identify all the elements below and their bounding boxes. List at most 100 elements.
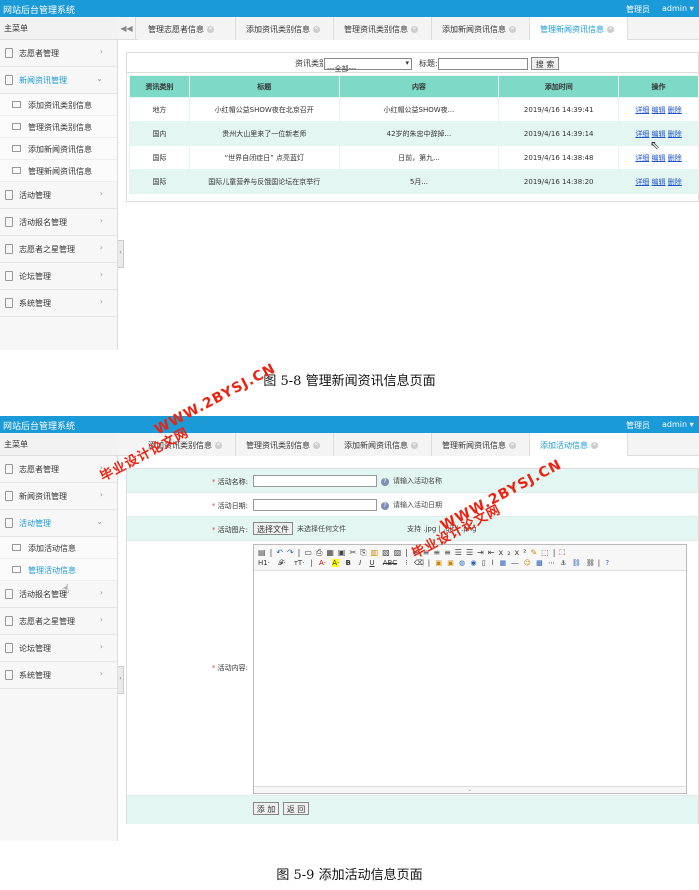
menu-news[interactable]: 新闻资讯管理 ⌄ <box>0 67 117 94</box>
anchor-icon[interactable]: ⚓ <box>560 559 566 567</box>
justify-icon[interactable]: ≡ <box>444 548 455 557</box>
preview-icon[interactable]: ▭ <box>304 548 316 557</box>
close-icon[interactable]: ✕ <box>215 442 222 449</box>
indent-icon[interactable]: ⇥ <box>477 548 488 557</box>
emoticon-icon[interactable]: ☺ <box>524 559 531 567</box>
help-icon[interactable]: ? <box>605 559 609 567</box>
strikethrough-button[interactable]: ABC <box>383 559 397 567</box>
user-menu[interactable]: admin ▾ <box>662 420 694 429</box>
tab-manage-news-category[interactable]: 管理资讯类别信息 ✕ <box>334 17 432 40</box>
category-select[interactable]: ---全部--- ▾ <box>324 58 412 73</box>
user-menu[interactable]: admin ▾ <box>662 4 694 13</box>
detail-link[interactable]: 详细 <box>635 106 649 114</box>
menu-star[interactable]: 志愿者之星管理 › <box>0 608 117 635</box>
detail-link[interactable]: 详细 <box>635 154 649 162</box>
delete-link[interactable]: 删除 <box>668 106 682 114</box>
submenu-add-news[interactable]: 添加新闻资讯信息 <box>0 138 117 160</box>
edit-link[interactable]: 编辑 <box>652 154 666 162</box>
rich-text-editor[interactable]: ▤|↶↷|▭⎙▦▣✂⎘▥▧▨|≡≡≡≡☰☰⇥⇤x₂x²✎⬚|⛶ H1· 𝓕· ᴛ… <box>253 544 687 794</box>
paste-word-icon[interactable]: ▨ <box>394 548 406 557</box>
detail-link[interactable]: 详细 <box>635 130 649 138</box>
font-family-button[interactable]: 𝓕· <box>278 559 285 567</box>
tab-add-news[interactable]: 添加新闻资讯信息 ✕ <box>334 433 432 456</box>
fullscreen-icon[interactable]: ⛶ <box>559 548 569 557</box>
undo-icon[interactable]: ↶ <box>276 548 287 557</box>
tab-manage-news[interactable]: 管理新闻资讯信息 ✕ <box>530 17 628 40</box>
title-input[interactable] <box>438 58 528 70</box>
image-icon[interactable]: ▣ <box>435 559 442 567</box>
code-icon[interactable]: ▣ <box>338 548 350 557</box>
delete-link[interactable]: 删除 <box>668 154 682 162</box>
submenu-manage-activity[interactable]: 管理活动信息 <box>0 559 117 581</box>
submenu-add-news-category[interactable]: 添加资讯类别信息 <box>0 94 117 116</box>
close-icon[interactable]: ✕ <box>509 442 516 449</box>
hr-icon[interactable]: ― <box>511 559 518 567</box>
submenu-manage-news[interactable]: 管理新闻资讯信息 <box>0 160 117 182</box>
redo-icon[interactable]: ↷ <box>287 548 298 557</box>
menu-activity[interactable]: 活动管理 › <box>0 182 117 209</box>
outdent-icon[interactable]: ⇤ <box>488 548 499 557</box>
menu-star[interactable]: 志愿者之星管理 › <box>0 236 117 263</box>
clear-format-icon[interactable]: ✎ <box>530 548 541 557</box>
file-icon[interactable]: ▯ <box>482 559 486 567</box>
menu-forum[interactable]: 论坛管理 › <box>0 635 117 662</box>
copy-icon[interactable]: ⎘ <box>360 548 370 557</box>
superscript-icon[interactable]: x² <box>514 548 530 557</box>
tab-manage-news[interactable]: 管理新闻资讯信息 ✕ <box>432 433 530 456</box>
ordered-list-icon[interactable]: ☰ <box>455 548 466 557</box>
map-icon[interactable]: ▩ <box>536 559 543 567</box>
font-size-button[interactable]: ᴛT· <box>294 559 305 567</box>
bold-button[interactable]: B <box>346 559 351 567</box>
paste-icon[interactable]: ▥ <box>371 548 383 557</box>
paste-text-icon[interactable]: ▧ <box>382 548 394 557</box>
close-icon[interactable]: ✕ <box>411 442 418 449</box>
menu-system[interactable]: 系统管理 › <box>0 290 117 317</box>
choose-file-button[interactable]: 选择文件 <box>253 522 293 535</box>
flash-icon[interactable]: ◍ <box>459 559 465 567</box>
print-icon[interactable]: ⎙ <box>316 548 326 557</box>
unordered-list-icon[interactable]: ☰ <box>466 548 477 557</box>
tab-scroll-left[interactable]: ◀◀ <box>118 17 136 40</box>
detail-link[interactable]: 详细 <box>635 178 649 186</box>
back-button[interactable]: 返 回 <box>283 802 309 815</box>
close-icon[interactable]: ✕ <box>313 26 320 33</box>
menu-activity[interactable]: 活动管理 ⌄ <box>0 510 117 537</box>
delete-link[interactable]: 删除 <box>668 130 682 138</box>
activity-date-input[interactable] <box>253 499 377 511</box>
tab-add-news[interactable]: 添加新闻资讯信息 ✕ <box>432 17 530 40</box>
source-icon[interactable]: ▤ <box>258 548 270 557</box>
close-icon[interactable]: ✕ <box>591 442 598 449</box>
activity-name-input[interactable] <box>253 475 377 487</box>
media-icon[interactable]: ◉ <box>470 559 476 567</box>
menu-system[interactable]: 系统管理 › <box>0 662 117 689</box>
menu-signup[interactable]: 活动报名管理 › <box>0 209 117 236</box>
close-icon[interactable]: ✕ <box>411 26 418 33</box>
menu-signup[interactable]: 活动报名管理 › <box>0 581 117 608</box>
underline-button[interactable]: U <box>369 559 374 567</box>
select-all-icon[interactable]: ⬚ <box>541 548 553 557</box>
menu-volunteer[interactable]: 志愿者管理 › <box>0 40 117 67</box>
multi-image-icon[interactable]: ▣ <box>447 559 454 567</box>
menu-forum[interactable]: 论坛管理 › <box>0 263 117 290</box>
sidebar-collapse-handle[interactable]: ‹ <box>118 240 124 268</box>
sidebar-collapse-handle[interactable]: ‹ <box>118 666 124 694</box>
template-icon[interactable]: ▦ <box>326 548 338 557</box>
submit-button[interactable]: 添 加 <box>253 802 279 815</box>
resize-handle[interactable]: ⌄ <box>254 786 686 793</box>
link-icon[interactable]: ⛓ <box>572 559 581 567</box>
font-color-button[interactable]: A· <box>319 559 326 567</box>
edit-link[interactable]: 编辑 <box>652 178 666 186</box>
delete-link[interactable]: 删除 <box>668 178 682 186</box>
tab-manage-news-category[interactable]: 管理资讯类别信息 ✕ <box>236 433 334 456</box>
tab-manage-volunteer[interactable]: 管理志愿者信息 ✕ <box>138 17 236 40</box>
menu-news[interactable]: 新闻资讯管理 › <box>0 483 117 510</box>
tab-add-activity[interactable]: 添加活动信息 ✕ <box>530 433 628 456</box>
close-icon[interactable]: ✕ <box>313 442 320 449</box>
edit-link[interactable]: 编辑 <box>652 130 666 138</box>
italic-button[interactable]: I <box>359 559 361 567</box>
pagebreak-icon[interactable]: ⋯ <box>548 559 555 567</box>
subscript-icon[interactable]: x₂ <box>499 548 515 557</box>
search-button[interactable]: 搜 索 <box>531 57 559 70</box>
unlink-icon[interactable]: ⛓ <box>586 559 595 567</box>
tab-add-news-category[interactable]: 添加资讯类别信息 ✕ <box>236 17 334 40</box>
